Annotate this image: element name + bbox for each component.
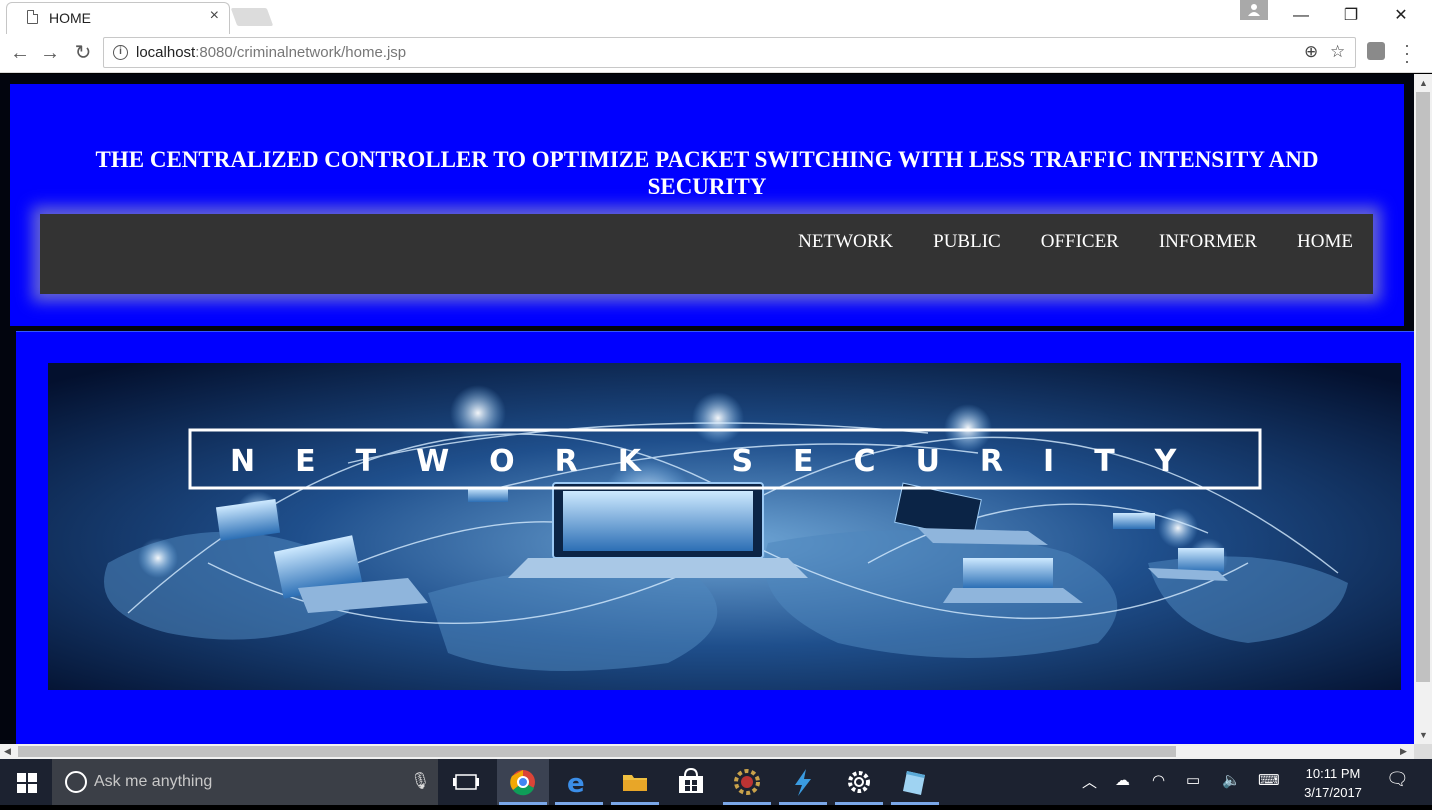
bookmark-star-icon[interactable]: ☆ xyxy=(1330,42,1345,62)
header-panel: THE CENTRALIZED CONTROLLER TO OPTIMIZE P… xyxy=(10,84,1404,326)
url-path: :8080/criminalnetwork/home.jsp xyxy=(195,44,407,61)
horizontal-scrollbar[interactable]: ◀ ▶ xyxy=(0,744,1414,759)
vertical-scrollbar[interactable]: ▲ ▼ xyxy=(1414,74,1432,744)
nav-links: NETWORK PUBLIC OFFICER INFORMER HOME xyxy=(758,231,1353,253)
scroll-left-icon[interactable]: ◀ xyxy=(4,746,11,757)
restore-button[interactable]: ❐ xyxy=(1328,4,1374,28)
windows-taskbar: Ask me anything 🎙 e ︿ ☁ ◠ ▭ 🔈 ⌨ 10:11 PM… xyxy=(0,759,1432,805)
minimize-button[interactable]: — xyxy=(1278,4,1324,28)
nav-link-informer[interactable]: INFORMER xyxy=(1159,231,1257,253)
nav-link-network[interactable]: NETWORK xyxy=(798,231,893,253)
tray-chevron-icon[interactable]: ︿ xyxy=(1082,771,1097,792)
url-text[interactable]: localhost:8080/criminalnetwork/home.jsp xyxy=(136,44,406,61)
profile-icon[interactable] xyxy=(1240,0,1268,20)
back-icon[interactable]: ← xyxy=(8,41,32,65)
nav-link-home[interactable]: HOME xyxy=(1297,231,1353,253)
windows-logo-icon xyxy=(17,773,37,793)
nav-link-public[interactable]: PUBLIC xyxy=(933,231,1001,253)
onedrive-icon[interactable]: ☁ xyxy=(1115,771,1130,789)
info-icon[interactable]: i xyxy=(113,45,128,60)
network-security-banner: NETWORK SECURITY xyxy=(48,363,1401,690)
start-button[interactable] xyxy=(0,759,52,805)
page-icon xyxy=(27,10,38,24)
forward-icon[interactable]: → xyxy=(38,41,62,65)
wifi-icon[interactable]: ◠ xyxy=(1152,771,1165,789)
reload-icon[interactable]: ↻ xyxy=(71,41,95,65)
cortana-icon xyxy=(65,771,87,793)
tab-close-icon[interactable]: × xyxy=(210,7,219,25)
file-explorer-icon[interactable] xyxy=(609,759,661,805)
task-view-icon[interactable] xyxy=(440,759,492,805)
content-panel: NETWORK SECURITY xyxy=(16,331,1414,744)
battery-icon[interactable]: ▭ xyxy=(1186,771,1200,789)
page-viewport: THE CENTRALIZED CONTROLLER TO OPTIMIZE P… xyxy=(0,74,1414,744)
address-bar[interactable]: i localhost:8080/criminalnetwork/home.js… xyxy=(103,37,1356,68)
system-clock[interactable]: 10:11 PM 3/17/2017 xyxy=(1295,764,1371,802)
extension-icon[interactable] xyxy=(1367,42,1385,60)
edge-icon[interactable]: e xyxy=(553,759,605,805)
nav-link-officer[interactable]: OFFICER xyxy=(1041,231,1119,253)
browser-tab[interactable]: HOME × xyxy=(6,2,230,34)
clock-date: 3/17/2017 xyxy=(1304,785,1362,800)
new-tab-button[interactable] xyxy=(230,8,274,26)
horizontal-scroll-thumb[interactable] xyxy=(18,746,1176,757)
scroll-up-icon[interactable]: ▲ xyxy=(1419,78,1428,88)
app-gear-icon[interactable] xyxy=(721,759,773,805)
vertical-scroll-thumb[interactable] xyxy=(1416,92,1430,682)
browser-menu-icon[interactable]: · · · xyxy=(1404,36,1410,70)
volume-icon[interactable]: 🔈 xyxy=(1222,771,1241,789)
chrome-icon[interactable] xyxy=(497,759,549,805)
settings-icon[interactable] xyxy=(833,759,885,805)
browser-toolbar: ← → ↻ i localhost:8080/criminalnetwork/h… xyxy=(0,34,1432,73)
scroll-right-icon[interactable]: ▶ xyxy=(1400,746,1407,757)
browser-tabstrip: HOME × — ❐ ✕ xyxy=(0,0,1432,34)
notepad-icon[interactable] xyxy=(889,759,941,805)
tab-title: HOME xyxy=(49,10,91,26)
scrollbar-corner xyxy=(1414,744,1432,759)
url-host: localhost xyxy=(136,44,196,61)
banner-image: NETWORK SECURITY xyxy=(48,363,1401,690)
microphone-icon[interactable]: 🎙 xyxy=(410,771,430,791)
main-navbar: NETWORK PUBLIC OFFICER INFORMER HOME xyxy=(40,214,1373,294)
close-window-button[interactable]: ✕ xyxy=(1378,4,1424,28)
notifications-icon[interactable]: 🗨 xyxy=(1386,769,1409,790)
scroll-down-icon[interactable]: ▼ xyxy=(1419,730,1428,740)
page-title: THE CENTRALIZED CONTROLLER TO OPTIMIZE P… xyxy=(95,147,1319,199)
keyboard-icon[interactable]: ⌨ xyxy=(1258,771,1280,789)
lightning-icon[interactable] xyxy=(777,759,829,805)
cortana-search-box[interactable]: Ask me anything 🎙 xyxy=(52,759,438,805)
search-placeholder: Ask me anything xyxy=(94,773,213,790)
store-icon[interactable] xyxy=(665,759,717,805)
zoom-icon[interactable]: ⊕ xyxy=(1304,42,1318,62)
banner-text: NETWORK SECURITY xyxy=(230,444,1216,479)
clock-time: 10:11 PM xyxy=(1305,766,1361,781)
svg-text:e: e xyxy=(567,769,585,799)
